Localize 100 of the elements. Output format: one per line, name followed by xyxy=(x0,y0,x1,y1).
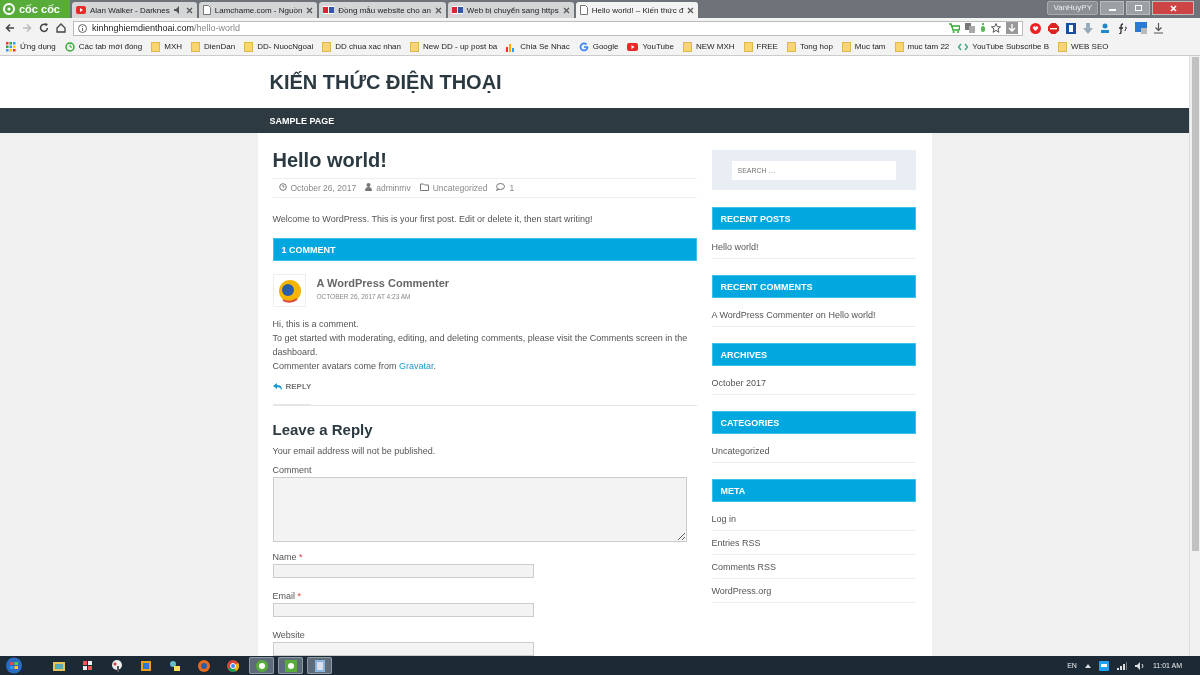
home-icon[interactable] xyxy=(56,23,66,33)
close-icon[interactable] xyxy=(185,6,193,14)
bookmark-icon[interactable] xyxy=(1066,22,1076,34)
video-icon xyxy=(627,42,639,51)
nav-link[interactable]: SAMPLE PAGE xyxy=(269,115,335,126)
clock-icon xyxy=(278,183,287,191)
download-icon[interactable] xyxy=(1006,22,1018,34)
app-icon xyxy=(167,658,182,673)
post-meta-link[interactable]: Uncategorized xyxy=(432,183,488,193)
browser-logo-text: cốc cốc xyxy=(19,3,60,15)
widget-link[interactable]: Entries RSS xyxy=(711,538,761,548)
comment-text: Hi, this is a comment. xyxy=(272,318,360,331)
widget-link[interactable]: Log in xyxy=(711,514,737,524)
star-icon[interactable] xyxy=(991,23,1001,33)
reply-link[interactable]: REPLY xyxy=(272,382,312,405)
scrollbar[interactable] xyxy=(1189,56,1200,656)
caret-icon[interactable] xyxy=(1084,663,1091,668)
bookmark-item[interactable]: MXH xyxy=(151,41,183,52)
widget-link[interactable]: Hello world! xyxy=(711,242,759,252)
folder-icon xyxy=(410,41,420,52)
taskbar-app[interactable] xyxy=(278,657,303,674)
bookmark-item[interactable]: FREE xyxy=(743,41,778,52)
speaker-icon[interactable] xyxy=(1134,661,1145,670)
bookmark-item[interactable]: Các tab mới đóng xyxy=(64,41,143,52)
maximize-button[interactable] xyxy=(1126,1,1150,15)
folder-icon xyxy=(682,41,692,52)
bookmark-item[interactable]: YouTube xyxy=(627,42,674,51)
close-icon[interactable] xyxy=(562,6,570,14)
folder-icon xyxy=(743,41,753,52)
close-icon[interactable] xyxy=(687,6,695,14)
bookmark-item[interactable]: Muc tam xyxy=(841,41,886,52)
address-bar[interactable]: kinhnghiemdienthoai.com/hello-world xyxy=(73,20,1023,36)
bookmark-item[interactable]: DD chua xac nhan xyxy=(322,41,402,52)
post-meta-link[interactable]: 1 xyxy=(509,183,515,193)
widget-link[interactable]: October 2017 xyxy=(711,378,767,388)
apps-icon xyxy=(6,41,16,52)
cart-icon[interactable] xyxy=(949,23,960,33)
comment-icon xyxy=(496,183,506,191)
input-field[interactable] xyxy=(272,564,534,578)
bookmark-item[interactable]: New DD - up post ba xyxy=(410,41,498,52)
close-icon[interactable] xyxy=(306,6,314,14)
bookmark-item[interactable]: DD- NuocNgoai xyxy=(244,41,314,52)
app-icon xyxy=(138,658,153,673)
widget-link[interactable]: Comments RSS xyxy=(711,562,777,572)
close-icon xyxy=(1169,4,1177,12)
heart-icon[interactable] xyxy=(1030,22,1041,34)
app-icon xyxy=(196,658,211,673)
bookmark-item[interactable]: YouTube Subscribe B xyxy=(958,41,1050,52)
bookmark-item[interactable]: Google xyxy=(578,41,619,52)
app-icon xyxy=(225,658,240,673)
folder-icon xyxy=(419,183,429,191)
widget-title: META xyxy=(711,479,916,502)
screen-icon[interactable] xyxy=(1135,22,1147,34)
close-button[interactable] xyxy=(1152,1,1194,15)
browser-tab[interactable]: Web bị chuyển sang https xyxy=(447,2,574,18)
post-title: Hello world! xyxy=(272,149,388,172)
browser-tab[interactable]: Lamchame.com - Nguồn xyxy=(198,2,318,18)
back-icon[interactable] xyxy=(5,23,15,33)
post-meta-link[interactable]: October 26, 2017 xyxy=(290,183,357,193)
bookmark-item[interactable]: NEW MXH xyxy=(682,41,735,52)
browser-tab[interactable]: Hello world! – Kiến thức đ xyxy=(575,2,699,18)
input-field[interactable] xyxy=(272,642,534,656)
signal-icon[interactable] xyxy=(1116,661,1127,670)
function-icon[interactable] xyxy=(1117,22,1128,34)
input-field[interactable] xyxy=(272,603,534,617)
person-icon[interactable] xyxy=(1100,22,1110,34)
widget-link[interactable]: WordPress.org xyxy=(711,586,772,596)
app-icon xyxy=(312,658,327,673)
taskbar-app[interactable] xyxy=(249,657,274,674)
bookmark-item[interactable]: muc tam 22 xyxy=(894,41,950,52)
app-icon xyxy=(109,658,124,673)
browser-tab[interactable]: Alan Walker - Darknes xyxy=(72,2,197,18)
browser-tab[interactable]: Đồng mẫu website cho an xyxy=(319,2,446,18)
bookmark-item[interactable]: Tong hop xyxy=(786,41,833,52)
reload-icon[interactable] xyxy=(39,23,49,33)
download-icon[interactable] xyxy=(1154,22,1163,34)
field-label: Comment xyxy=(272,465,312,475)
folder-icon xyxy=(1058,41,1068,52)
comment-field[interactable] xyxy=(272,477,687,542)
minimize-button[interactable] xyxy=(1100,1,1124,15)
close-icon[interactable] xyxy=(434,6,442,14)
google-icon xyxy=(578,41,589,52)
folder-icon xyxy=(191,41,201,52)
bookmark-item[interactable]: DienDan xyxy=(191,41,236,52)
field-label: Website xyxy=(272,630,305,640)
bookmark-item[interactable]: WEB SEO xyxy=(1058,41,1109,52)
post-meta-link[interactable]: adminmv xyxy=(376,183,411,193)
logo-icon xyxy=(451,6,463,14)
widget-link[interactable]: Uncategorized xyxy=(711,446,770,456)
chat-icon[interactable] xyxy=(1098,660,1109,671)
bookmark-item[interactable]: Ứng dụng xyxy=(6,41,56,52)
app-icon xyxy=(283,658,298,673)
site-title[interactable]: KIẾN THỨC ĐIỆN THOẠI xyxy=(269,70,502,94)
app-icon xyxy=(254,658,269,673)
widget-link[interactable]: A WordPress Commenter on Hello world! xyxy=(711,310,876,320)
ad-block-icon[interactable] xyxy=(1048,22,1059,34)
bookmark-item[interactable]: Chia Se Nhac xyxy=(506,41,570,52)
logo-icon xyxy=(3,3,15,15)
reply-heading: Leave a Reply xyxy=(272,421,374,438)
start-button[interactable] xyxy=(4,657,24,674)
